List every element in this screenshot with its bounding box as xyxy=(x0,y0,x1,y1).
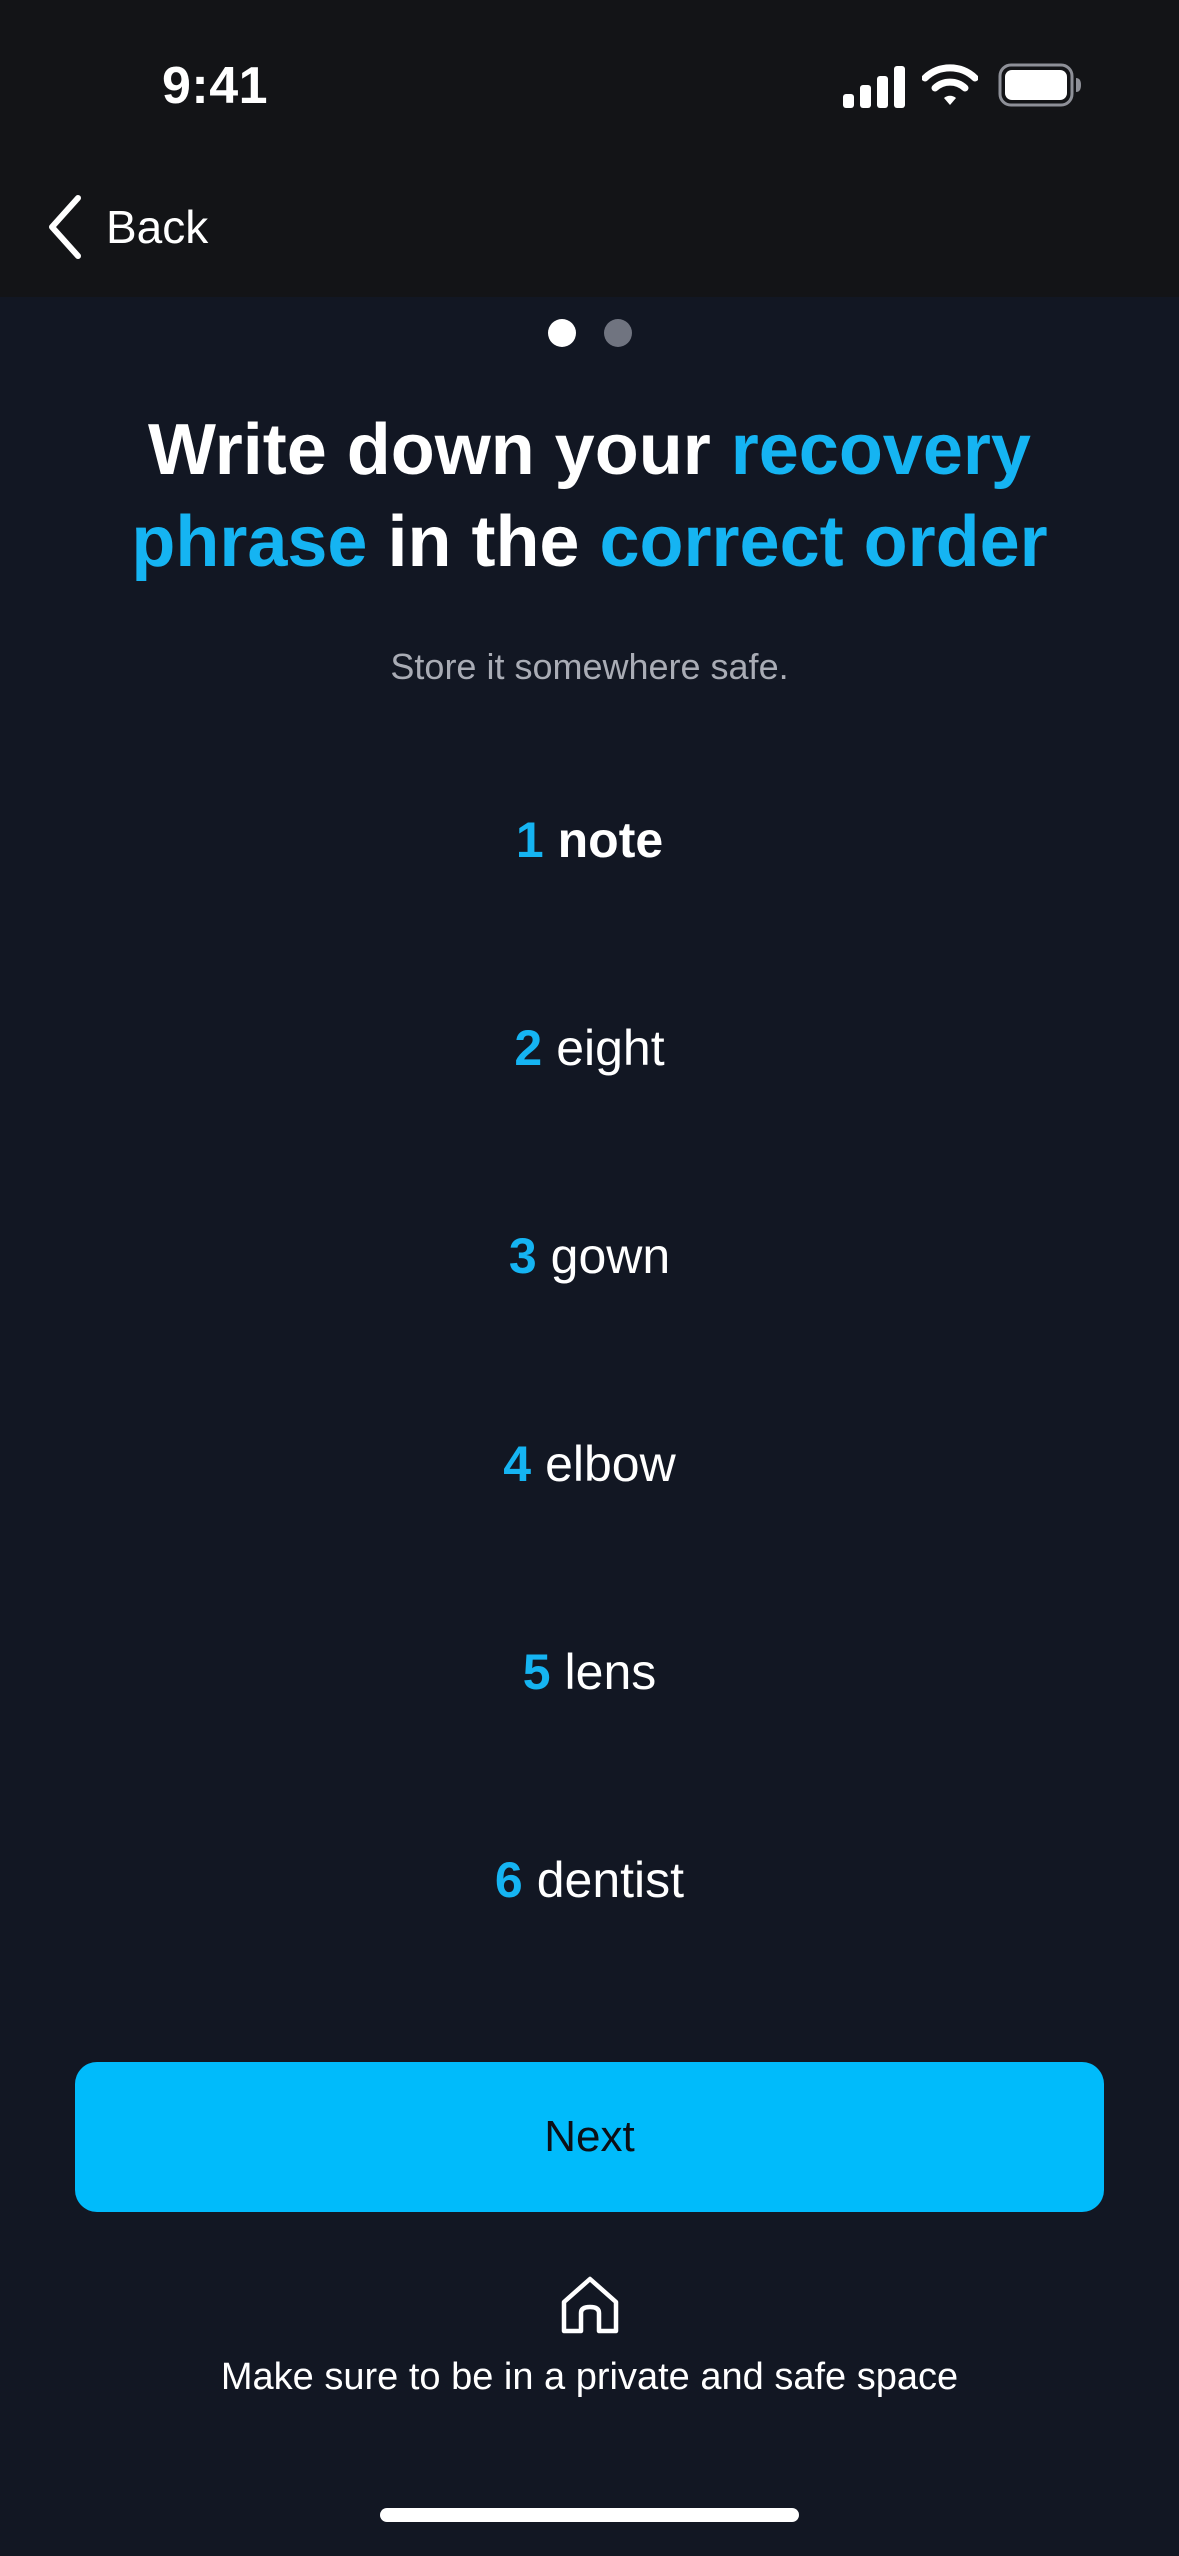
page-indicator xyxy=(0,319,1179,347)
wifi-icon xyxy=(922,64,978,105)
word-number: 1 xyxy=(515,812,544,868)
word-number: 3 xyxy=(508,1228,537,1284)
subtitle: Store it somewhere safe. xyxy=(390,646,789,687)
word-text: lens xyxy=(564,1644,657,1700)
page-dot-2 xyxy=(603,319,632,347)
recovery-word-item: 1 note xyxy=(0,800,1179,1008)
recovery-word-item: 6 dentist xyxy=(0,1840,1179,2048)
privacy-note: Make sure to be in a private and safe sp… xyxy=(220,2356,959,2398)
home-icon xyxy=(561,2276,619,2334)
recovery-word-item: 3 gown xyxy=(0,1216,1179,1424)
back-button[interactable]: Back xyxy=(40,190,208,264)
word-text: gown xyxy=(550,1228,671,1284)
cellular-signal-icon xyxy=(843,66,905,108)
recovery-word-list: 1 note 2 eight 3 gown 4 elbow 5 lens 6 dentist xyxy=(0,800,1179,2048)
word-text: eight xyxy=(556,1020,665,1076)
home-indicator[interactable] xyxy=(380,2508,799,2522)
word-text: note xyxy=(557,812,664,868)
next-button[interactable]: Next xyxy=(75,2062,1104,2212)
recovery-word-item: 5 lens xyxy=(0,1632,1179,1840)
page-dot-1 xyxy=(547,319,576,347)
title-part-3: in the xyxy=(367,502,600,582)
battery-icon xyxy=(998,63,1081,107)
word-number: 2 xyxy=(514,1020,543,1076)
word-number: 6 xyxy=(494,1852,523,1908)
page-title: Write down your recovery phrase in the c… xyxy=(80,404,1099,588)
recovery-word-item: 2 eight xyxy=(0,1008,1179,1216)
status-time: 9:41 xyxy=(162,57,269,115)
recovery-word-item: 4 elbow xyxy=(0,1424,1179,1632)
title-highlight-correct-order: correct order xyxy=(599,502,1048,582)
word-text: dentist xyxy=(536,1852,685,1908)
word-number: 4 xyxy=(503,1436,532,1492)
word-text: elbow xyxy=(545,1436,676,1492)
title-part-1: Write down your xyxy=(148,410,731,490)
chevron-left-icon xyxy=(49,195,81,259)
back-label: Back xyxy=(106,201,209,253)
word-number: 5 xyxy=(522,1644,551,1700)
